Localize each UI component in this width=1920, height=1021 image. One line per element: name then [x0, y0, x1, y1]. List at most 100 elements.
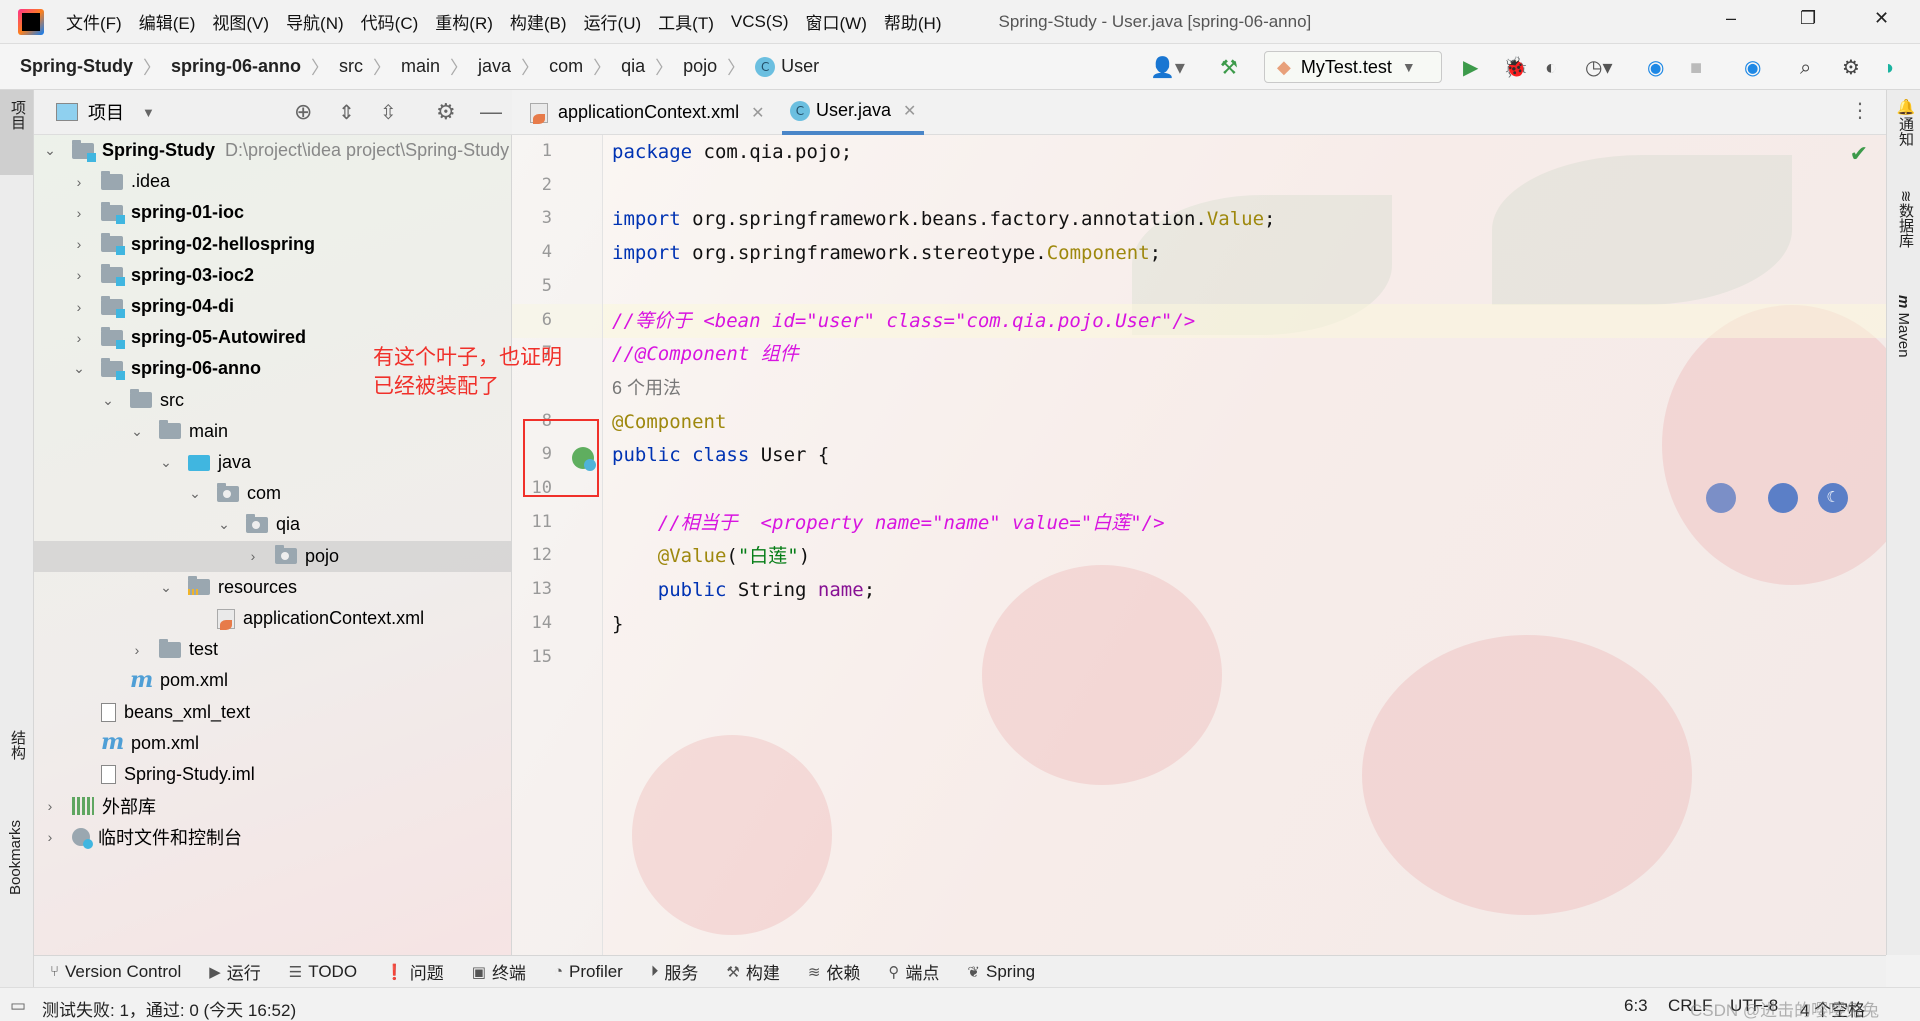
code-line[interactable]: public String name;	[612, 573, 875, 607]
status-message[interactable]: 测试失败: 1，通过: 0 (今天 16:52)	[42, 996, 296, 1021]
tree-item[interactable]: › test	[34, 634, 511, 665]
bookmarks-tool-button[interactable]: Bookmarks	[7, 820, 24, 895]
tree-item[interactable]: ⌄ Spring-Study D:\project\idea project\Spr…	[34, 135, 511, 166]
tree-item[interactable]: › spring-03-ioc2	[34, 260, 511, 291]
search-icon[interactable]: ⌕	[1800, 56, 1811, 80]
restore-button[interactable]: ❐	[1800, 8, 1816, 29]
stop-icon[interactable]: ■	[1690, 56, 1702, 80]
endpoints-tool[interactable]: ⚲ 端点	[888, 959, 939, 984]
tree-item[interactable]: › pojo	[34, 540, 511, 572]
chevron-down-icon[interactable]: ⌄	[100, 392, 116, 409]
run-tool[interactable]: ▶ 运行	[209, 959, 261, 984]
caret-position[interactable]: 6:3	[1624, 996, 1648, 1016]
chevron-right-icon[interactable]: ›	[42, 829, 58, 845]
crumb-src[interactable]: src	[339, 56, 363, 77]
tree-item[interactable]: m pom.xml	[34, 665, 511, 696]
menu-run[interactable]: 运行(U)	[584, 9, 642, 34]
problems-tool[interactable]: ❗ 问题	[385, 959, 444, 984]
crumb-pojo[interactable]: pojo	[683, 56, 717, 77]
run-config-select[interactable]: ◆ MyTest.test ▼	[1264, 51, 1442, 83]
chevron-right-icon[interactable]: ›	[71, 205, 87, 221]
coverage-icon[interactable]: ◐	[1545, 56, 1557, 80]
tree-item[interactable]: › spring-01-ioc	[34, 197, 511, 228]
translate-icon[interactable]	[1706, 483, 1736, 513]
chevron-down-icon[interactable]: ⌄	[158, 454, 174, 471]
code-line[interactable]: public class User {	[612, 438, 829, 472]
code-line[interactable]: @Value("白莲")	[612, 539, 810, 573]
tree-item[interactable]: applicationContext.xml	[34, 603, 511, 634]
chevron-down-icon[interactable]: ▼	[142, 105, 155, 120]
structure-tool-button[interactable]: 结构	[7, 730, 28, 760]
profiler-tool[interactable]: ◔ Profiler	[554, 962, 623, 982]
notifications-button[interactable]: 🔔通知	[1895, 98, 1916, 146]
close-tab-icon[interactable]: ✕	[903, 101, 916, 121]
crumb-module[interactable]: spring-06-anno	[171, 56, 301, 77]
maven-button[interactable]: m Maven	[1895, 295, 1912, 358]
user-profile-icon[interactable]: 👤▾	[1150, 56, 1185, 80]
menu-refactor[interactable]: 重构(R)	[435, 9, 493, 34]
crumb-user[interactable]: User	[781, 56, 819, 77]
tree-item[interactable]: › 外部库	[34, 790, 511, 821]
chevron-right-icon[interactable]: ›	[71, 299, 87, 315]
spring-tool[interactable]: ❦ Spring	[967, 962, 1035, 982]
crumb-java[interactable]: java	[478, 56, 511, 77]
build-tool[interactable]: ⚒ 构建	[726, 959, 779, 984]
menu-help[interactable]: 帮助(H)	[884, 9, 942, 34]
expand-all-icon[interactable]: ⇕	[338, 100, 355, 125]
project-view-select[interactable]: 项目	[88, 99, 124, 125]
tree-item[interactable]: ⌄ main	[34, 416, 511, 447]
chevron-down-icon[interactable]: ⌄	[71, 360, 87, 377]
tree-item[interactable]: beans_xml_text	[34, 697, 511, 728]
database-button[interactable]: ≋数据库	[1895, 190, 1916, 248]
tree-item[interactable]: Spring-Study.iml	[34, 759, 511, 790]
close-button[interactable]: ✕	[1874, 8, 1889, 29]
code-line[interactable]: //等价于 <bean id="user" class="com.qia.poj…	[612, 304, 1195, 338]
menu-edit[interactable]: 编辑(E)	[139, 9, 196, 34]
performance-icon[interactable]: ◉	[1647, 56, 1664, 80]
code-line[interactable]: 6 个用法	[612, 371, 681, 405]
menu-code[interactable]: 代码(C)	[361, 9, 419, 34]
chevron-right-icon[interactable]: ›	[71, 174, 87, 190]
code-line[interactable]: @Component	[612, 405, 726, 439]
chevron-down-icon[interactable]: ⌄	[216, 516, 232, 533]
menu-vcs[interactable]: VCS(S)	[731, 12, 789, 32]
services-tool[interactable]: ⏵ 服务	[651, 959, 699, 984]
chevron-right-icon[interactable]: ›	[71, 236, 87, 252]
crumb-main[interactable]: main	[401, 56, 440, 77]
tab-user-java[interactable]: C User.java ✕	[782, 90, 925, 135]
code-line[interactable]: //@Component 组件	[612, 337, 799, 371]
code-editor[interactable]: 1 2 3 4 5 6 7 8 9 10 11 12 13 14 15 package com.qia.po…	[512, 135, 1886, 955]
chevron-right-icon[interactable]: ›	[129, 642, 145, 658]
terminal-tool[interactable]: ▣ 终端	[472, 959, 526, 984]
todo-tool[interactable]: ☰ TODO	[289, 962, 357, 982]
chevron-right-icon[interactable]: ›	[245, 548, 261, 564]
code-line[interactable]: import org.springframework.stereotype.Co…	[612, 236, 1161, 270]
gear-icon[interactable]: ⚙	[1842, 56, 1860, 80]
code-line[interactable]: //相当于 <property name="name" value="白莲"/>	[612, 506, 1165, 540]
hide-panel-icon[interactable]: —	[480, 99, 502, 125]
collapse-all-icon[interactable]: ⇳	[380, 100, 397, 125]
more-options-icon[interactable]: ⋮	[1850, 98, 1870, 123]
tree-item[interactable]: ⌄ com	[34, 478, 511, 509]
locate-icon[interactable]: ⊕	[294, 99, 312, 125]
chevron-right-icon[interactable]: ›	[71, 330, 87, 346]
toggle-panels-icon[interactable]: ▭	[10, 996, 26, 1016]
debug-icon[interactable]: 🐞	[1503, 56, 1528, 80]
version-control-tool[interactable]: ⑂ Version Control	[50, 962, 181, 982]
build-hammer-icon[interactable]: ⚒	[1220, 56, 1238, 80]
menu-view[interactable]: 视图(V)	[212, 9, 269, 34]
code-line[interactable]: }	[612, 607, 623, 641]
moon-icon[interactable]: ☾	[1818, 483, 1848, 513]
tree-item[interactable]: m pom.xml	[34, 728, 511, 759]
tab-application-context-xml[interactable]: applicationContext.xml ✕	[522, 90, 773, 135]
close-tab-icon[interactable]: ✕	[751, 103, 764, 123]
code-with-me-icon[interactable]: ◗	[1884, 56, 1896, 80]
minimize-button[interactable]: –	[1726, 8, 1736, 29]
run-icon[interactable]: ▶	[1463, 56, 1478, 80]
chevron-right-icon[interactable]: ›	[42, 798, 58, 814]
tree-item[interactable]: › 临时文件和控制台	[34, 821, 511, 852]
code-line[interactable]: import org.springframework.beans.factory…	[612, 202, 1276, 236]
tree-item[interactable]: ⌄ java	[34, 447, 511, 478]
menu-file[interactable]: 文件(F)	[66, 9, 122, 34]
chevron-right-icon[interactable]: ›	[71, 267, 87, 283]
